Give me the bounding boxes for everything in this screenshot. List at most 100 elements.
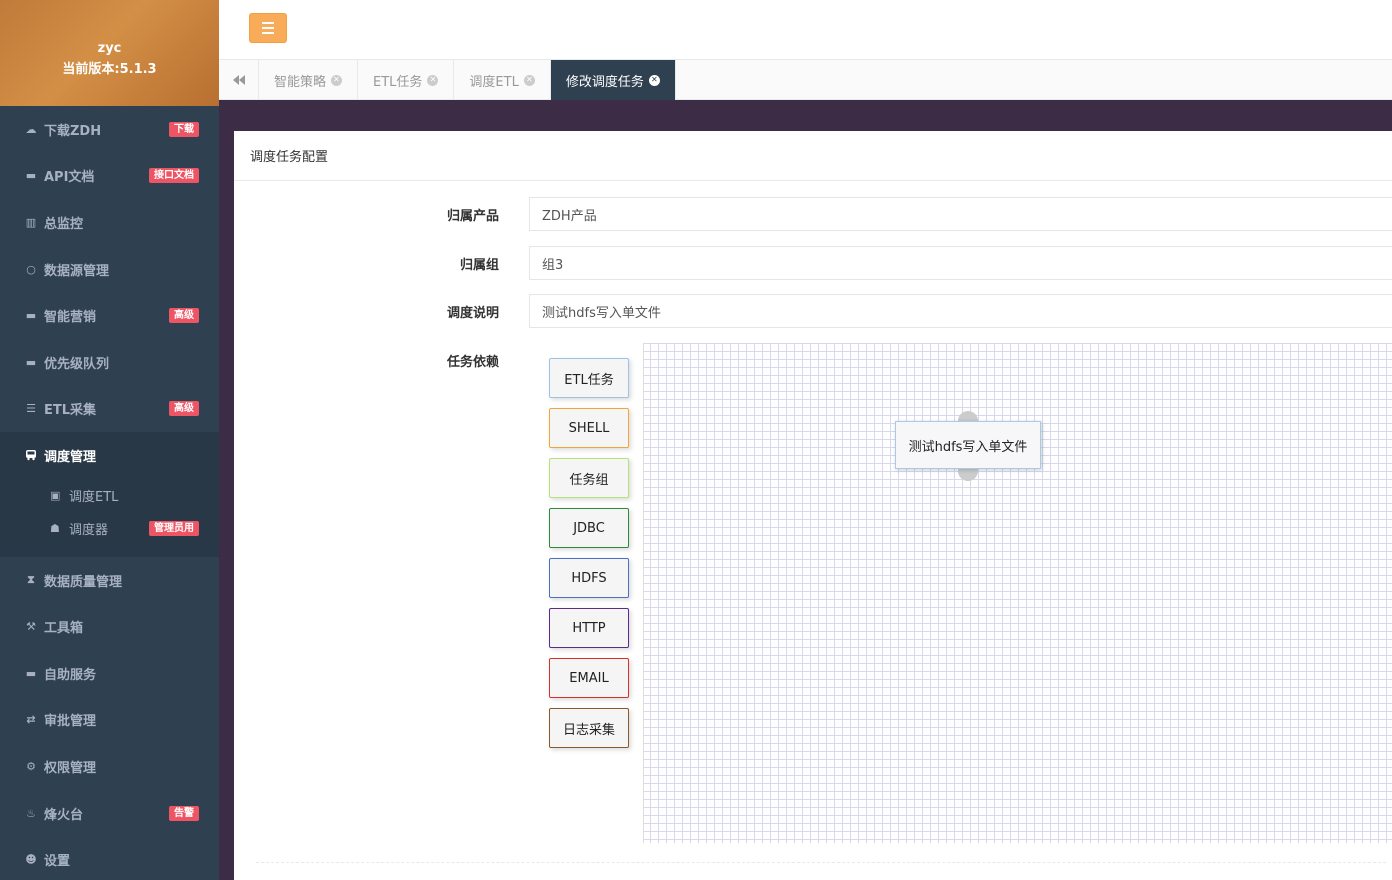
sidebar-menu-item[interactable]: ▬ 优先级队列 [0, 339, 219, 386]
close-icon[interactable]: ✕ [523, 74, 535, 86]
flow-canvas[interactable]: 测试hdfs写入单文件 [643, 343, 1392, 843]
field-label-description: 调度说明 [446, 305, 499, 321]
tab[interactable]: ETL任务 ✕ [358, 60, 455, 100]
sidebar-menu-item[interactable]: ▥ 总监控 [0, 199, 219, 246]
sidebar-menu-item[interactable]: ☁ 下载ZDH 下载 [0, 106, 219, 153]
user-secret-icon: ☗ [50, 521, 60, 535]
sidebar-menu-item[interactable]: ⧗ 数据质量管理 [0, 557, 219, 604]
palette-node[interactable]: 任务组 [549, 458, 629, 498]
bus-icon [24, 448, 38, 462]
palette-node[interactable]: JDBC [549, 508, 629, 548]
sidebar-menu-item[interactable]: ♨ 烽火台 告警 [0, 790, 219, 837]
sidebar-item-label: 工具箱 [44, 621, 84, 637]
palette-node[interactable]: HTTP [549, 608, 629, 648]
palette-node[interactable]: 日志采集 [549, 708, 629, 748]
sidebar-subitem[interactable]: ▣ 调度ETL [0, 479, 219, 512]
circle-icon: ○ [26, 262, 36, 276]
sidebar-subitem[interactable]: ☗ 调度器 管理员用 [0, 512, 219, 545]
hamburger-icon [262, 22, 274, 24]
sidebar-item-label: 数据源管理 [44, 263, 110, 279]
fire-extinguisher-icon: ♨ [26, 806, 36, 820]
divider [256, 862, 1386, 863]
sidebar-menu-item[interactable]: ▬ API文档 接口文档 [0, 153, 219, 200]
coffee-icon: ▬ [25, 666, 37, 680]
close-icon[interactable]: ✕ [648, 74, 660, 86]
sidebar-badge: 下载 [169, 121, 199, 137]
palette-node[interactable]: EMAIL [549, 658, 629, 698]
field-label-product: 归属产品 [446, 208, 499, 224]
sidebar-item-label: 数据质量管理 [44, 574, 123, 590]
sidebar-menu-item[interactable]: ⚒ 工具箱 [0, 603, 219, 650]
form-row-group: 归属组 组3 [234, 246, 1392, 280]
bar-chart-icon: ▥ [25, 215, 37, 229]
username[interactable]: zyc [0, 40, 219, 58]
close-icon[interactable]: ✕ [331, 74, 343, 86]
tab-bar: 智能策略 ✕ ETL任务 ✕ 调度ETL ✕ 修改调度任务 ✕ [219, 60, 1392, 100]
tab-label: 智能策略 [274, 74, 327, 90]
version-label: 当前版本:5.1.3 [62, 62, 157, 77]
exchange-icon: ⇄ [26, 713, 36, 727]
sidebar-menu-item[interactable]: ⚙ 权限管理 [0, 743, 219, 790]
tab[interactable]: 智能策略 ✕ [259, 60, 359, 100]
sidebar-menu-item[interactable]: ○ 数据源管理 [0, 246, 219, 293]
tab-label: 修改调度任务 [565, 74, 644, 90]
sidebar-item-label: 自助服务 [44, 667, 97, 683]
gear-icon: ⚙ [26, 759, 36, 773]
sidebar-menu-item[interactable]: ▬ 自助服务 [0, 650, 219, 697]
coffee-icon: ▬ [25, 309, 37, 323]
form-row-description: 调度说明 测试hdfs写入单文件 [234, 294, 1392, 328]
user-icon: ☻ [25, 853, 37, 867]
sidebar-menu-item[interactable]: ☰ ETL采集 高级 [0, 386, 219, 433]
bus-icon: ▣ [50, 488, 61, 502]
schedule-config-panel: 调度任务配置 归属产品 ZDH产品 归属组 组3 调度说明 测试hdfs写入单文… [234, 131, 1392, 880]
sidebar-subitem-label: 调度器 [69, 522, 109, 538]
backward-icon [232, 75, 245, 85]
tab-label: ETL任务 [373, 74, 423, 90]
tab-label: 调度ETL [469, 74, 519, 90]
description-field[interactable]: 测试hdfs写入单文件 [529, 294, 1392, 328]
cloud-download-icon: ☁ [25, 122, 37, 136]
sidebar-item-label: API文档 [44, 170, 95, 186]
group-field[interactable]: 组3 [529, 246, 1392, 280]
flow-node[interactable]: 测试hdfs写入单文件 [895, 421, 1041, 469]
tab-scroll-left-button[interactable] [219, 60, 259, 100]
sidebar-item-label: 优先级队列 [44, 356, 110, 372]
form-row-product: 归属产品 ZDH产品 [234, 197, 1392, 231]
list-icon: ☰ [26, 402, 36, 416]
field-label-group: 归属组 [459, 257, 499, 273]
sidebar-badge: 管理员用 [149, 520, 199, 536]
coffee-icon: ▬ [25, 169, 37, 183]
sidebar-group-schedule: 调度管理 ▣ 调度ETL ☗ 调度器 管理员用 [0, 432, 219, 557]
field-label-dependency: 任务依赖 [446, 354, 499, 370]
palette-node[interactable]: SHELL [549, 408, 629, 448]
sidebar-item-label: 调度管理 [44, 449, 97, 465]
sidebar-item-label: 总监控 [44, 216, 84, 232]
sidebar-item-label: ETL采集 [44, 403, 97, 419]
close-icon[interactable]: ✕ [427, 74, 439, 86]
palette-node[interactable]: ETL任务 [549, 358, 629, 398]
tab[interactable]: 调度ETL ✕ [454, 60, 551, 100]
top-navbar [219, 0, 1392, 60]
sidebar-menu-item[interactable]: ⇄ 审批管理 [0, 697, 219, 744]
sidebar-menu-item[interactable]: ☻ 设置 [0, 836, 219, 880]
sidebar-badge: 高级 [169, 308, 199, 324]
profile-header: zyc 当前版本:5.1.3 [0, 0, 219, 106]
sidebar-menu-item[interactable]: ▬ 智能营销 高级 [0, 292, 219, 339]
sidebar-item-label: 下载ZDH [44, 123, 102, 139]
gavel-icon: ⚒ [26, 620, 36, 634]
sidebar-item-label: 审批管理 [44, 714, 97, 730]
sidebar-item-label: 智能营销 [44, 310, 97, 326]
sidebar-item-label: 权限管理 [44, 760, 97, 776]
sidebar-item-label: 设置 [44, 854, 71, 870]
hourglass-icon: ⧗ [27, 573, 35, 587]
sidebar-item-label: 烽火台 [44, 807, 84, 823]
sidebar-item-schedule-management[interactable]: 调度管理 [0, 432, 219, 479]
palette-node[interactable]: HDFS [549, 558, 629, 598]
sidebar: zyc 当前版本:5.1.3 ☁ 下载ZDH 下载 ▬ API文档 接口文档 ▥ 总监控 ○ 数据… [0, 0, 219, 880]
product-field[interactable]: ZDH产品 [529, 197, 1392, 231]
sidebar-badge: 告警 [169, 805, 199, 821]
tab[interactable]: 修改调度任务 ✕ [550, 60, 676, 100]
sidebar-badge: 高级 [169, 401, 199, 417]
menu-toggle-button[interactable] [249, 13, 287, 43]
node-palette: ETL任务 SHELL 任务组 JDBC HDFS HTTP EMAIL 日志采集 [549, 358, 629, 758]
